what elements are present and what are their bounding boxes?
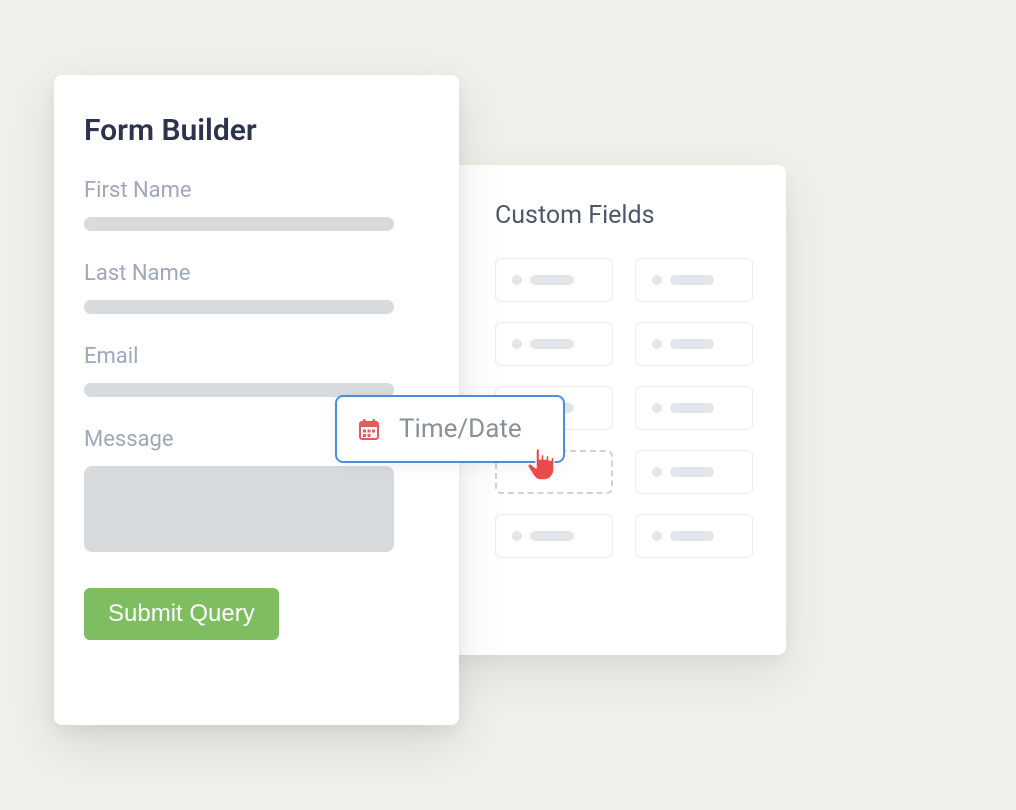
field-label-first-name: First Name (84, 178, 429, 203)
cursor-hand-icon (522, 445, 562, 485)
placeholder-dot (512, 339, 522, 349)
field-label-last-name: Last Name (84, 261, 429, 286)
placeholder-dot (652, 339, 662, 349)
custom-field-item[interactable] (635, 450, 753, 494)
placeholder-bar (670, 275, 714, 285)
message-textarea[interactable] (84, 466, 394, 552)
custom-field-item[interactable] (635, 386, 753, 430)
placeholder-dot (652, 467, 662, 477)
last-name-input[interactable] (84, 300, 394, 314)
placeholder-bar (670, 531, 714, 541)
placeholder-bar (670, 339, 714, 349)
placeholder-dot (652, 403, 662, 413)
dragging-field-label: Time/Date (399, 414, 522, 444)
placeholder-dot (512, 275, 522, 285)
custom-field-item[interactable] (635, 514, 753, 558)
custom-field-item[interactable] (635, 322, 753, 366)
placeholder-bar (530, 339, 574, 349)
placeholder-dot (652, 531, 662, 541)
placeholder-bar (670, 467, 714, 477)
field-label-email: Email (84, 344, 429, 369)
placeholder-bar (670, 403, 714, 413)
custom-field-item[interactable] (495, 514, 613, 558)
form-builder-title: Form Builder (84, 113, 429, 148)
placeholder-dot (652, 275, 662, 285)
custom-field-item[interactable] (495, 322, 613, 366)
placeholder-dot (512, 531, 522, 541)
placeholder-bar (530, 275, 574, 285)
calendar-icon (357, 417, 381, 441)
placeholder-bar (530, 531, 574, 541)
submit-query-button[interactable]: Submit Query (84, 588, 279, 640)
custom-field-item[interactable] (635, 258, 753, 302)
custom-field-item[interactable] (495, 258, 613, 302)
custom-fields-title: Custom Fields (495, 201, 756, 230)
first-name-input[interactable] (84, 217, 394, 231)
